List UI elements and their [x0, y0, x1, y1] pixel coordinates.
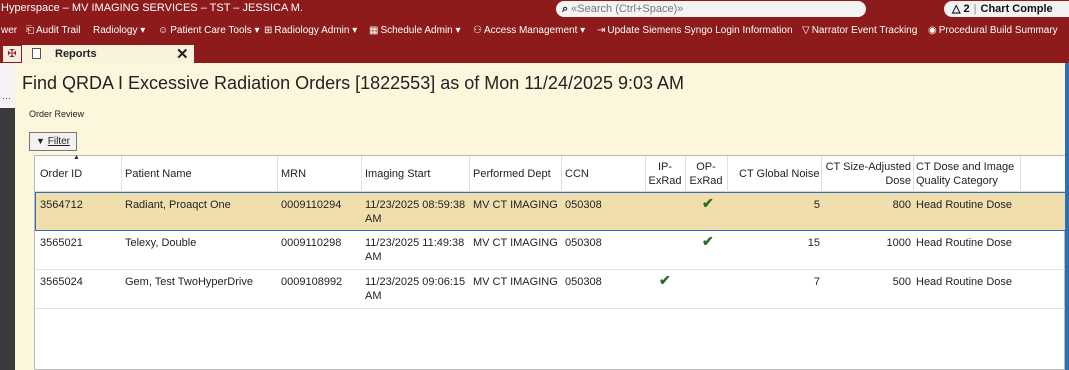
- funnel-icon: ▼: [36, 136, 45, 146]
- col-ip-exrad[interactable]: IP-ExRad: [648, 160, 682, 188]
- filter-label: Filter: [47, 136, 70, 147]
- binoculars-icon: ◉: [928, 25, 937, 36]
- login-icon: ⇥: [597, 25, 606, 36]
- col-performed-dept[interactable]: Performed Dept: [473, 168, 551, 180]
- toolbar-item-radiology[interactable]: Radiology ▾: [93, 25, 145, 36]
- col-ct-global-noise[interactable]: CT Global Noise: [739, 168, 820, 180]
- page-title: Find QRDA I Excessive Radiation Orders […: [22, 73, 685, 93]
- app-title: Hyperspace – MV IMAGING SERVICES – TST –…: [1, 2, 303, 14]
- toolbar-item-wer[interactable]: wer: [1, 25, 17, 36]
- close-icon[interactable]: ✕: [176, 45, 189, 63]
- toolbar-item-label: Update Siemens Syngo Login Information: [607, 25, 793, 36]
- cell-ct-dose-category: Head Routine Dose: [916, 237, 1013, 249]
- toolbar-item-patient-care-tools[interactable]: ☺ Patient Care Tools ▾: [158, 25, 260, 36]
- cell-patient-name: Gem, Test TwoHyperDrive: [125, 276, 253, 288]
- more-icon[interactable]: ⋯: [2, 93, 11, 104]
- table-row[interactable]: 3565024 Gem, Test TwoHyperDrive 00091089…: [35, 270, 1066, 309]
- cell-patient-name: Radiant, Proaqct One: [125, 199, 231, 211]
- title-bar: Hyperspace – MV IMAGING SERVICES – TST –…: [0, 0, 1069, 19]
- toolbar-item-label: Patient Care Tools ▾: [170, 25, 260, 36]
- cell-ct-dose-category: Head Routine Dose: [916, 199, 1013, 211]
- cell-performed-dept: MV CT IMAGING: [473, 276, 558, 288]
- ip-exrad-checkmark-icon: ✔: [659, 272, 671, 288]
- toolbar-item-label: Access Management ▾: [483, 25, 586, 36]
- cell-order-id: 3564712: [40, 199, 83, 211]
- cell-ct-global-noise: 7: [813, 276, 820, 288]
- cell-order-id: 3565021: [40, 237, 83, 249]
- cell-performed-dept: MV CT IMAGING: [473, 199, 558, 211]
- user-status-box[interactable]: △ 2 | Chart Comple: [944, 1, 1069, 17]
- tab-strip: ✠ Reports ✕: [0, 43, 1069, 63]
- notification-icon: △: [952, 3, 961, 15]
- cell-ccn: 050308: [565, 237, 602, 249]
- report-content: Find QRDA I Excessive Radiation Orders […: [15, 63, 1066, 370]
- audit-trail-icon: ⎗: [26, 25, 34, 36]
- cell-ct-global-noise: 5: [813, 199, 820, 211]
- cell-mrn: 0009110298: [281, 237, 342, 249]
- toolbar-item-label: Audit Trail: [36, 25, 81, 36]
- notification-count: 2: [963, 3, 970, 15]
- chart-completion-link[interactable]: Chart Comple: [981, 3, 1053, 15]
- cell-ccn: 050308: [565, 276, 602, 288]
- toolbar-item-schedule-admin[interactable]: ▦ Schedule Admin ▾: [369, 25, 461, 36]
- tab-reports[interactable]: Reports ✕: [22, 45, 194, 63]
- table-row[interactable]: 3564712 Radiant, Proaqct One 0009110294 …: [35, 192, 1066, 231]
- toolbar-item-narrator[interactable]: ▽ Narrator Event Tracking: [802, 25, 917, 36]
- col-order-id[interactable]: Order ID: [40, 168, 82, 180]
- cell-ccn: 050308: [565, 199, 602, 211]
- col-ct-size-adjusted-dose[interactable]: CT Size-Adjusted Dose: [823, 160, 911, 188]
- cell-patient-name: Telexy, Double: [125, 237, 197, 249]
- sort-ascending-icon[interactable]: ▲: [73, 154, 80, 161]
- cell-ct-size-adjusted-dose: 1000: [886, 237, 911, 249]
- cell-order-id: 3565024: [40, 276, 83, 288]
- col-ct-dose-category[interactable]: CT Dose and Image Quality Category: [916, 160, 1026, 188]
- funnel-icon: ▽: [802, 25, 810, 36]
- op-exrad-checkmark-icon: ✔: [702, 195, 714, 211]
- toolbar-item-label: Radiology Admin ▾: [274, 25, 358, 36]
- search-input[interactable]: ⌕ «Search (Ctrl+Space)»: [556, 1, 866, 17]
- order-review-label: Order Review: [29, 109, 85, 119]
- cell-ct-global-noise: 15: [807, 237, 820, 249]
- col-ccn[interactable]: CCN: [565, 168, 589, 180]
- users-key-icon: ⚇: [473, 25, 482, 36]
- tab-label: Reports: [55, 48, 97, 60]
- cell-imaging-start: 11/23/2025 11:49:38 AM: [365, 237, 465, 263]
- toolbar-item-update-siemens[interactable]: ⇥ Update Siemens Syngo Login Information: [597, 25, 793, 36]
- toolbar-item-procedural-build[interactable]: ◉ Procedural Build Summary: [928, 25, 1058, 36]
- filter-button[interactable]: ▼ Filter: [29, 132, 77, 151]
- side-panel-handle[interactable]: ⋯: [0, 63, 15, 108]
- col-patient-name[interactable]: Patient Name: [125, 168, 192, 180]
- main-toolbar: wer ⎗ Audit Trail Radiology ▾ ☺ Patient Ca…: [0, 19, 1069, 43]
- search-placeholder: «Search (Ctrl+Space)»: [571, 3, 684, 15]
- cell-mrn: 0009108992: [281, 276, 343, 288]
- cell-imaging-start: 11/23/2025 08:59:38 AM: [365, 199, 466, 225]
- toolbar-item-label: Procedural Build Summary: [938, 25, 1058, 36]
- cell-ct-size-adjusted-dose: 500: [892, 276, 911, 288]
- cell-mrn: 0009110294: [281, 199, 342, 211]
- toolbar-item-radiology-admin[interactable]: ⊞ Radiology Admin ▾: [264, 25, 357, 36]
- table-row[interactable]: 3565021 Telexy, Double 0009110298 11/23/…: [35, 231, 1066, 270]
- table-header: ▲ Order ID Patient Name MRN Imaging Star…: [35, 154, 1066, 192]
- grid-icon: ⊞: [264, 25, 273, 36]
- cell-performed-dept: MV CT IMAGING: [473, 237, 558, 249]
- col-op-exrad[interactable]: OP-ExRad: [687, 160, 725, 188]
- window-edge: [1065, 63, 1069, 370]
- cell-ct-dose-category: Head Routine Dose: [916, 276, 1013, 288]
- cell-imaging-start: 11/23/2025 09:06:15 AM: [365, 276, 466, 302]
- col-mrn[interactable]: MRN: [281, 168, 306, 180]
- toolbar-item-access-management[interactable]: ⚇ Access Management ▾: [473, 25, 585, 36]
- toolbar-item-label: Narrator Event Tracking: [811, 25, 918, 36]
- pin-icon[interactable]: ✠: [3, 46, 21, 62]
- report-icon: [32, 48, 41, 59]
- toolbar-item-audit-trail[interactable]: ⎗ Audit Trail: [26, 25, 80, 36]
- col-imaging-start[interactable]: Imaging Start: [365, 168, 430, 180]
- calendar-icon: ▦: [369, 25, 379, 36]
- orders-table: ▲ Order ID Patient Name MRN Imaging Star…: [34, 154, 1066, 370]
- op-exrad-checkmark-icon: ✔: [702, 233, 714, 249]
- left-side-panel: ⋯: [0, 63, 15, 370]
- toolbar-item-label: Schedule Admin ▾: [380, 25, 461, 36]
- search-icon: ⌕: [562, 3, 569, 15]
- person-icon: ☺: [158, 25, 169, 36]
- cell-ct-size-adjusted-dose: 800: [892, 199, 911, 211]
